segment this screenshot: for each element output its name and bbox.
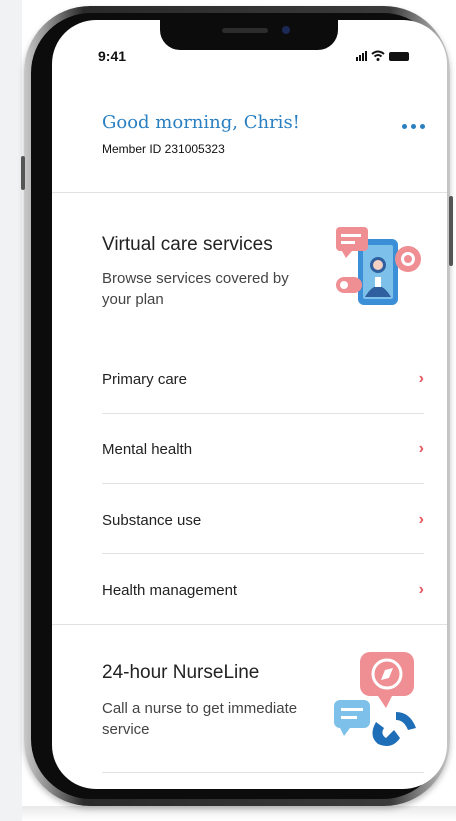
nurseline-title: 24-hour NurseLine [102,662,260,683]
header-divider [52,192,447,193]
signal-icon [356,50,367,61]
virtual-care-title: Virtual care services [102,234,273,255]
chevron-right-icon: › [418,370,424,387]
wifi-icon [371,50,385,61]
phone-mute-button [21,156,25,190]
status-icons [356,49,409,61]
front-camera [282,26,290,34]
menu-item-health-management[interactable]: Health management › [102,561,424,619]
menu-item-label: Substance use [102,511,202,529]
greeting-text: Good morning, Chris! [102,112,300,133]
list-divider [102,483,424,484]
menu-item-label: Health management [102,581,238,599]
list-divider [102,413,424,414]
menu-item-primary-care[interactable]: Primary care › [102,350,424,408]
speaker-grille [222,28,268,33]
phone-frame: 9:41 Good morning, Chris! Member ID 2310… [21,6,453,806]
member-id: Member ID 231005323 [102,142,225,156]
virtual-care-illustration [336,227,421,305]
app-screen: 9:41 Good morning, Chris! Member ID 2310… [52,20,447,789]
side-panel [0,0,22,821]
chevron-right-icon: › [418,581,424,598]
menu-item-substance-use[interactable]: Substance use › [102,491,424,549]
bottom-divider [102,772,424,773]
floor-shadow [22,806,456,821]
list-divider [102,553,424,554]
menu-item-mental-health[interactable]: Mental health › [102,420,424,478]
more-options-icon[interactable] [402,124,425,129]
chevron-right-icon: › [418,440,424,457]
nurseline-subtitle: Call a nurse to get immediate service [102,700,298,738]
section-divider [52,624,447,625]
virtual-care-subtitle: Browse services covered by your plan [102,270,289,308]
page-background: 9:41 Good morning, Chris! Member ID 2310… [0,0,456,821]
nurseline-illustration [334,652,416,746]
phone-power-button [449,196,453,266]
menu-item-label: Mental health [102,440,193,458]
menu-item-label: Primary care [102,370,188,388]
status-time: 9:41 [98,48,127,64]
battery-icon [389,52,409,61]
phone-notch [160,20,338,50]
chevron-right-icon: › [418,511,424,528]
